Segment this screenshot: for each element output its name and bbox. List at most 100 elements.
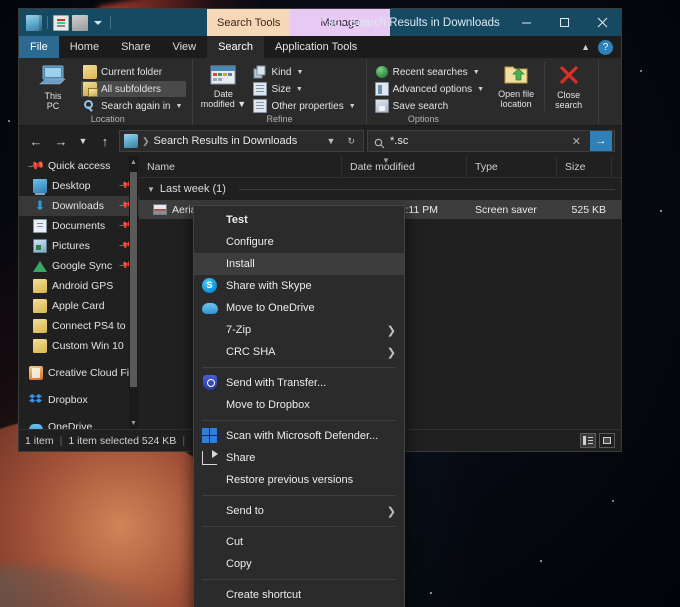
view-buttons — [580, 433, 615, 448]
details-view-icon[interactable] — [580, 433, 596, 448]
menu-item-move-to-dropbox[interactable]: Move to Dropbox — [194, 394, 404, 416]
menu-item-move-to-onedrive[interactable]: Move to OneDrive — [194, 297, 404, 319]
sidebar-item-connect-ps4[interactable]: Connect PS4 to I — [19, 316, 139, 336]
large-icons-view-icon[interactable] — [599, 433, 615, 448]
tab-view[interactable]: View — [161, 36, 207, 58]
menu-item-test[interactable]: Test — [194, 209, 404, 231]
chevron-down-icon[interactable]: ▼ — [349, 103, 356, 110]
pin-icon: 📌 — [26, 157, 45, 175]
sidebar-item-desktop[interactable]: Desktop 📌 — [19, 176, 139, 196]
menu-item-scan-with-defender[interactable]: Scan with Microsoft Defender... — [194, 425, 404, 447]
column-header-type[interactable]: Type — [467, 155, 557, 178]
save-search-button[interactable]: Save search — [373, 98, 488, 114]
date-modified-button[interactable]: Date modified ▼ — [199, 62, 247, 110]
menu-item-restore-previous-versions[interactable]: Restore previous versions — [194, 469, 404, 491]
chevron-down-icon[interactable]: ▼ — [147, 185, 155, 194]
sidebar-item-apple-card[interactable]: Apple Card — [19, 296, 139, 316]
refresh-icon[interactable]: ↻ — [343, 136, 359, 147]
recent-locations-button[interactable]: ▼ — [75, 130, 91, 152]
maximize-button[interactable] — [545, 9, 583, 36]
sidebar-item-custom-win-10[interactable]: Custom Win 10 — [19, 336, 139, 356]
close-button[interactable] — [583, 9, 621, 36]
chevron-down-icon[interactable]: ▼ — [477, 86, 484, 93]
menu-item-cut[interactable]: Cut — [194, 531, 404, 553]
chevron-down-icon[interactable]: ▼ — [296, 69, 303, 76]
minimize-button[interactable] — [507, 9, 545, 36]
menu-item-install[interactable]: Install — [194, 253, 404, 275]
help-icon[interactable]: ? — [598, 39, 613, 55]
scroll-down-icon[interactable]: ▼ — [129, 417, 138, 429]
refine-options: Kind ▼ Size ▼ Other properties ▼ — [251, 62, 359, 114]
button-label: Size — [271, 83, 291, 95]
menu-item-crc-sha[interactable]: CRC SHA ❯ — [194, 341, 404, 363]
tab-file[interactable]: File — [19, 36, 59, 58]
all-subfolders-button[interactable]: All subfolders — [81, 81, 187, 97]
menu-item-send-to[interactable]: Send to ❯ — [194, 500, 404, 522]
sidebar-item-android-gps[interactable]: Android GPS — [19, 276, 139, 296]
sidebar-item-onedrive[interactable]: OneDrive — [19, 417, 139, 429]
properties-icon[interactable] — [53, 14, 69, 31]
tab-home[interactable]: Home — [59, 36, 110, 58]
recent-searches-button[interactable]: Recent searches ▼ — [373, 64, 488, 80]
contextual-tab-search-tools[interactable]: Search Tools — [207, 9, 291, 36]
customize-caret-icon[interactable] — [91, 15, 105, 31]
sidebar-item-creative-cloud[interactable]: Creative Cloud Fil — [19, 363, 139, 383]
sidebar-item-quick-access[interactable]: 📌 Quick access — [19, 156, 139, 176]
button-label: Recent searches — [392, 66, 468, 78]
search-again-icon — [83, 99, 97, 113]
current-folder-button[interactable]: Current folder — [81, 64, 186, 80]
chevron-down-icon[interactable]: ▼ — [296, 86, 303, 93]
quick-access-toolbar[interactable] — [19, 9, 118, 36]
new-folder-icon[interactable] — [72, 14, 88, 31]
group-header-last-week[interactable]: ▼ Last week (1) — [139, 178, 621, 200]
ribbon-group-location: This PC Current folder All subfolders Se… — [23, 59, 194, 125]
folder-icon[interactable] — [26, 14, 42, 31]
menu-item-send-with-transfer[interactable]: Send with Transfer... — [194, 372, 404, 394]
search-input[interactable]: *.sc — [390, 135, 563, 147]
menu-item-share[interactable]: Share — [194, 447, 404, 469]
other-properties-button[interactable]: Other properties ▼ — [251, 98, 359, 114]
search-again-in-button[interactable]: Search again in ▼ — [81, 98, 186, 114]
back-button[interactable]: ← — [25, 130, 47, 152]
title-bar[interactable]: Search Tools Manage *.sc - Search Result… — [19, 9, 621, 36]
sidebar-item-google-sync[interactable]: Google Sync 📌 — [19, 256, 139, 276]
contextual-tab-manage[interactable]: Manage — [290, 9, 391, 36]
navpane-scrollbar[interactable]: ▲ ▼ — [129, 156, 138, 429]
this-pc-icon — [38, 64, 68, 90]
close-search-button[interactable]: Close search — [544, 62, 592, 111]
column-header-size[interactable]: Size — [557, 155, 612, 178]
menu-item-7-zip[interactable]: 7-Zip ❯ — [194, 319, 404, 341]
chevron-down-icon[interactable]: ▼ — [237, 99, 246, 109]
advanced-options-button[interactable]: Advanced options ▼ — [373, 81, 488, 97]
tab-search[interactable]: Search — [207, 36, 264, 58]
chevron-down-icon[interactable]: ▼ — [323, 136, 340, 146]
clear-icon[interactable]: ✕ — [568, 135, 585, 148]
menu-item-share-with-skype[interactable]: Share with Skype — [194, 275, 404, 297]
tab-share[interactable]: Share — [110, 36, 161, 58]
sidebar-item-pictures[interactable]: Pictures 📌 — [19, 236, 139, 256]
chevron-up-icon[interactable]: ▲ — [581, 42, 590, 52]
this-pc-button[interactable]: This PC — [29, 62, 77, 112]
sidebar-item-dropbox[interactable]: Dropbox — [19, 390, 139, 410]
sidebar-item-label: Documents — [52, 220, 106, 232]
chevron-down-icon[interactable]: ▼ — [176, 103, 183, 110]
sidebar-item-documents[interactable]: Documents 📌 — [19, 216, 139, 236]
forward-button[interactable]: → — [50, 130, 72, 152]
kind-button[interactable]: Kind ▼ — [251, 64, 359, 80]
column-header-date-modified[interactable]: Date modified — [342, 155, 467, 178]
sidebar-item-downloads[interactable]: ⬇ Downloads 📌 — [19, 196, 139, 216]
column-header-name[interactable]: Name — [139, 155, 342, 178]
menu-item-create-shortcut[interactable]: Create shortcut — [194, 584, 404, 606]
menu-item-copy[interactable]: Copy — [194, 553, 404, 575]
tab-application-tools[interactable]: Application Tools — [264, 36, 368, 58]
scrollbar-thumb[interactable] — [130, 172, 137, 387]
scroll-up-icon[interactable]: ▲ — [129, 156, 138, 168]
search-box[interactable]: *.sc ✕ → — [367, 130, 615, 152]
go-arrow-icon[interactable]: → — [590, 131, 612, 151]
open-file-location-button[interactable]: Open file location — [492, 62, 540, 110]
size-button[interactable]: Size ▼ — [251, 81, 359, 97]
menu-item-configure[interactable]: Configure — [194, 231, 404, 253]
up-button[interactable]: ↑ — [94, 130, 116, 152]
address-bar[interactable]: ❯ Search Results in Downloads ▼ ↻ — [119, 130, 364, 152]
chevron-down-icon[interactable]: ▼ — [473, 69, 480, 76]
